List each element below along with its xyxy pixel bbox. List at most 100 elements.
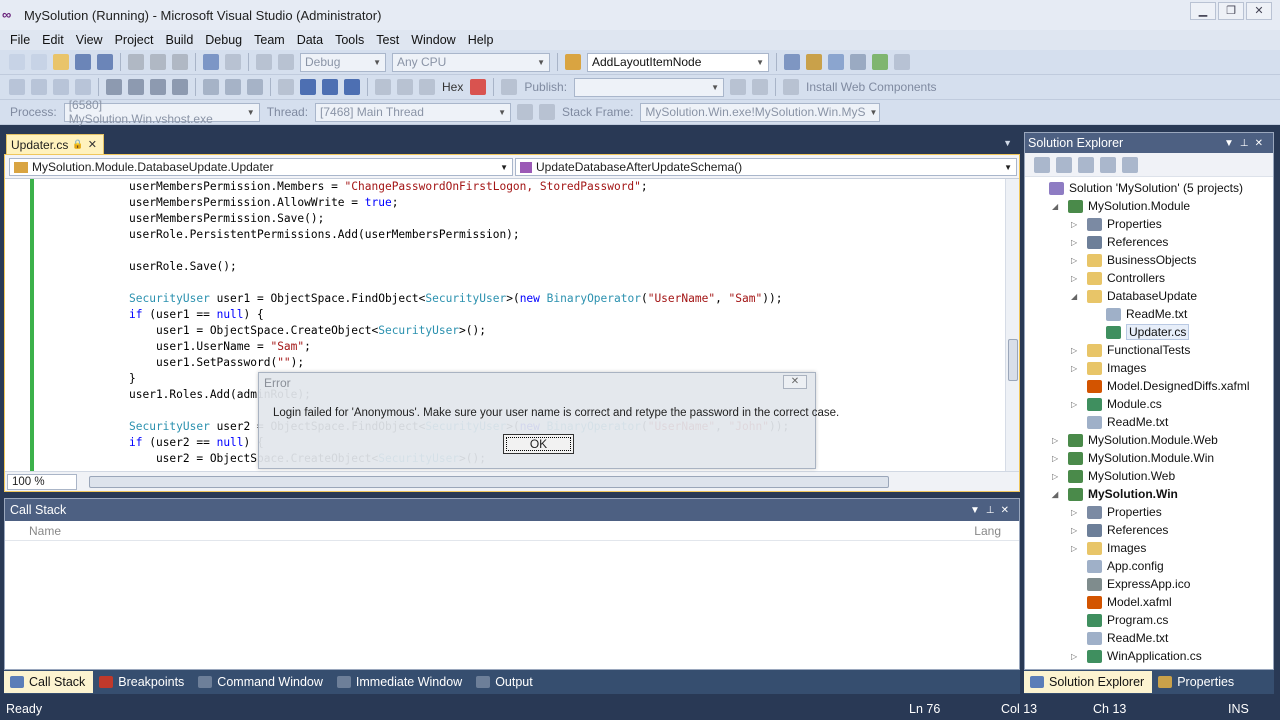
tree-item[interactable]: ▷ Images xyxy=(1071,359,1146,377)
process-combo[interactable]: [6580] MySolution.Win.vshost.exe ▼ xyxy=(63,98,260,126)
collapse-arrow-icon[interactable]: ◢ xyxy=(1052,490,1062,499)
member-combo[interactable]: UpdateDatabaseAfterUpdateSchema() ▼ xyxy=(515,158,1017,176)
tree-item[interactable]: ▷ BusinessObjects xyxy=(1071,251,1196,269)
tree-item[interactable]: ▷ References xyxy=(1071,521,1168,539)
solution-explorer-icon[interactable] xyxy=(784,54,800,70)
menu-debug[interactable]: Debug xyxy=(199,33,248,47)
tree-item[interactable]: ReadMe.txt xyxy=(1090,305,1187,323)
view-code-icon[interactable] xyxy=(1078,156,1094,173)
publish-icon[interactable] xyxy=(501,79,518,95)
toolbox-icon[interactable] xyxy=(850,54,866,70)
tree-item[interactable]: Updater.cs xyxy=(1090,323,1190,341)
expand-arrow-icon[interactable]: ▷ xyxy=(1071,256,1081,265)
menu-window[interactable]: Window xyxy=(405,33,461,47)
tab-command-window[interactable]: Command Window xyxy=(192,671,331,693)
menu-tools[interactable]: Tools xyxy=(329,33,370,47)
decrease-indent-icon[interactable] xyxy=(106,79,122,95)
bookmark-icon[interactable] xyxy=(203,79,219,95)
object-browser-icon[interactable] xyxy=(828,54,844,70)
menu-team[interactable]: Team xyxy=(248,33,291,47)
expand-arrow-icon[interactable]: ▷ xyxy=(1052,436,1062,445)
publish-combo[interactable]: ▼ xyxy=(574,77,725,97)
tab-updater-cs[interactable]: Updater.cs 🔒 ✕ xyxy=(6,134,104,154)
add-item-icon[interactable] xyxy=(31,54,47,70)
hex-toggle[interactable]: Hex xyxy=(442,80,463,94)
step-into-icon[interactable] xyxy=(375,79,391,95)
menu-project[interactable]: Project xyxy=(109,33,160,47)
find-combo[interactable]: AddLayoutItemNode ▼ xyxy=(587,52,769,72)
expand-arrow-icon[interactable]: ▷ xyxy=(1071,526,1081,535)
class-diagram-icon[interactable] xyxy=(1122,156,1138,173)
find-in-files-icon[interactable] xyxy=(565,54,581,70)
vertical-scrollbar[interactable] xyxy=(1005,179,1019,471)
panel-controls[interactable]: ▼⊥✕ xyxy=(970,505,1015,516)
collapse-arrow-icon[interactable]: ◢ xyxy=(1071,292,1081,301)
menu-help[interactable]: Help xyxy=(462,33,500,47)
more-icon[interactable] xyxy=(894,54,910,70)
tree-item[interactable]: ▷ FunctionalTests xyxy=(1071,341,1190,359)
step-over-icon[interactable] xyxy=(397,79,413,95)
menu-data[interactable]: Data xyxy=(291,33,329,47)
ok-button[interactable]: OK xyxy=(503,434,574,454)
tree-item[interactable]: ▷ WinApplication.cs xyxy=(1071,647,1202,665)
flag-icon[interactable] xyxy=(517,104,534,120)
refresh-icon[interactable] xyxy=(1056,156,1072,173)
expand-arrow-icon[interactable]: ▷ xyxy=(1071,220,1081,229)
tab-solution-explorer[interactable]: Solution Explorer xyxy=(1024,671,1153,693)
step-out-icon[interactable] xyxy=(419,79,435,95)
uncomment-icon[interactable] xyxy=(172,79,188,95)
scroll-thumb[interactable] xyxy=(1008,339,1018,381)
tree-item[interactable]: ▷ MySolution.Web xyxy=(1052,467,1175,485)
paste-icon[interactable] xyxy=(172,54,188,70)
tab-output[interactable]: Output xyxy=(470,671,541,693)
copy-icon[interactable] xyxy=(150,54,166,70)
column-lang[interactable]: Lang xyxy=(974,524,1001,538)
prev-bookmark-icon[interactable] xyxy=(225,79,241,95)
tree-item[interactable]: ▷ References xyxy=(1071,233,1168,251)
threads-icon[interactable] xyxy=(539,104,556,120)
thread-combo[interactable]: [7468] Main Thread ▼ xyxy=(315,102,512,122)
close-button[interactable]: ✕ xyxy=(1246,2,1272,20)
tree-item[interactable]: ▷ Controllers xyxy=(1071,269,1165,287)
stop-debugging-icon[interactable] xyxy=(322,79,338,95)
breakpoints-icon[interactable] xyxy=(470,79,487,95)
install-icon[interactable] xyxy=(783,79,800,95)
expand-arrow-icon[interactable]: ▷ xyxy=(1071,508,1081,517)
configuration-combo[interactable]: Debug ▼ xyxy=(300,52,386,72)
expand-arrow-icon[interactable]: ▷ xyxy=(1071,400,1081,409)
break-all-icon[interactable] xyxy=(300,79,316,95)
menu-file[interactable]: File xyxy=(4,33,36,47)
zoom-combo[interactable]: 100 % xyxy=(7,474,77,490)
tree-item[interactable]: ▷ MySolution.Module.Win xyxy=(1052,449,1214,467)
install-web-components[interactable]: Install Web Components xyxy=(806,80,937,94)
continue-icon[interactable] xyxy=(278,79,294,95)
show-all-files-icon[interactable] xyxy=(1034,156,1050,173)
tree-item[interactable]: Model.DesignedDiffs.xafml xyxy=(1071,377,1250,395)
tree-item[interactable]: App.config xyxy=(1071,557,1164,575)
tab-immediate-window[interactable]: Immediate Window xyxy=(331,671,470,693)
open-icon[interactable] xyxy=(53,54,69,70)
restart-icon[interactable] xyxy=(344,79,360,95)
stack-frame-combo[interactable]: MySolution.Win.exe!MySolution.Win.MyS ▼ xyxy=(640,102,881,122)
expand-arrow-icon[interactable]: ▷ xyxy=(1071,364,1081,373)
expand-arrow-icon[interactable]: ▷ xyxy=(1071,274,1081,283)
dialog-close-button[interactable]: ✕ xyxy=(783,375,807,389)
expand-arrow-icon[interactable]: ▷ xyxy=(1071,346,1081,355)
column-name[interactable]: Name xyxy=(29,524,61,538)
type-combo[interactable]: MySolution.Module.DatabaseUpdate.Updater… xyxy=(9,158,513,176)
increase-indent-icon[interactable] xyxy=(128,79,144,95)
tree-item[interactable]: ▷ MySolution.Module.Web xyxy=(1052,431,1218,449)
properties-icon[interactable] xyxy=(806,54,822,70)
publish-web-icon[interactable] xyxy=(730,79,747,95)
horizontal-scrollbar[interactable] xyxy=(89,476,889,488)
tree-item[interactable]: Model.xafml xyxy=(1071,593,1172,611)
word-completion-icon[interactable] xyxy=(75,79,91,95)
publish-settings-icon[interactable] xyxy=(752,79,769,95)
platform-combo[interactable]: Any CPU ▼ xyxy=(392,52,550,72)
tree-item[interactable]: ExpressApp.ico xyxy=(1071,575,1190,593)
tree-item[interactable]: ◢ MySolution.Module xyxy=(1052,197,1190,215)
tree-item[interactable]: ▷ Images xyxy=(1071,539,1146,557)
expand-arrow-icon[interactable]: ▷ xyxy=(1071,652,1081,661)
member-list-icon[interactable] xyxy=(9,79,25,95)
minimize-button[interactable]: ▁ xyxy=(1190,2,1216,20)
